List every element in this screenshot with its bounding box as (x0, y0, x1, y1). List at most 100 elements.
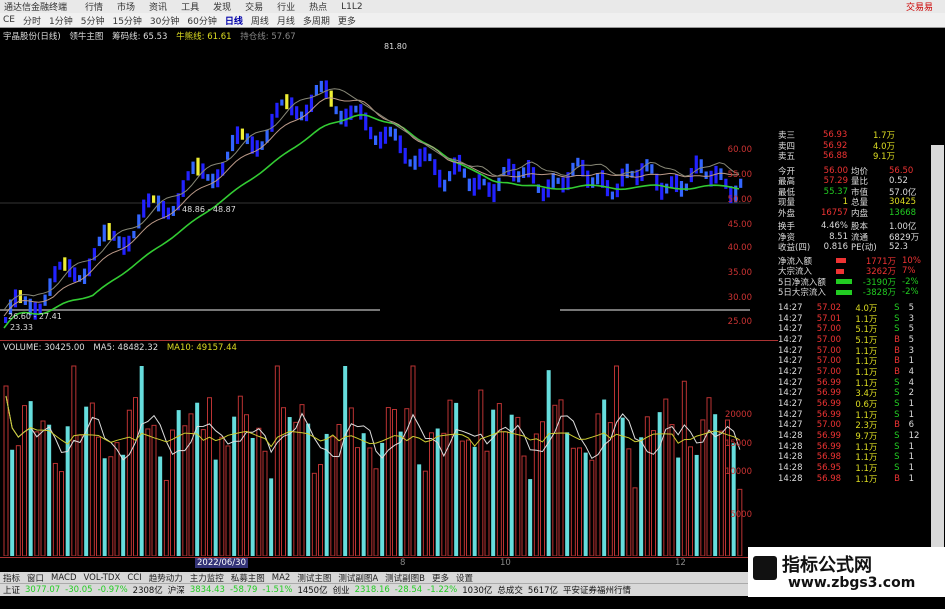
tick-cell: 2 (908, 388, 915, 399)
tick-cell: 56.99 (816, 441, 842, 452)
price-chart[interactable] (0, 42, 750, 332)
volume-bar (491, 409, 496, 556)
tab-cci[interactable]: CCI (127, 573, 141, 583)
candle (186, 171, 190, 181)
tab-vol-tdx[interactable]: VOL-TDX (84, 573, 121, 583)
trade-link[interactable]: 交易易 (906, 0, 933, 13)
volume-bar (521, 455, 527, 556)
volume-bar (602, 399, 607, 556)
menu-industry[interactable]: 行业 (277, 0, 295, 13)
tick-cell: 14:27 (778, 366, 803, 377)
period-5min[interactable]: 5分钟 (81, 14, 105, 27)
tab-indicator[interactable]: 指标 (3, 572, 20, 584)
period-30min[interactable]: 30分钟 (150, 14, 179, 27)
period-15min[interactable]: 15分钟 (112, 14, 141, 27)
candle (428, 153, 432, 162)
tick-cell: 57.02 (816, 302, 842, 313)
volume-bar (59, 471, 64, 556)
volume-bar (355, 447, 360, 556)
candle (640, 163, 644, 182)
menu-discover[interactable]: 发现 (213, 0, 231, 13)
right-toolbar[interactable] (931, 145, 944, 575)
volume-bar (528, 479, 533, 556)
tab-trend[interactable]: 趋势动力 (149, 572, 183, 584)
menu-l1l2[interactable]: L1L2 (341, 2, 362, 12)
tick-cell: B (894, 356, 900, 367)
menu-hot[interactable]: 热点 (309, 0, 327, 13)
candle (393, 128, 397, 141)
volume-bar (244, 414, 249, 556)
high-mark: 81.80 (384, 42, 407, 51)
tab-test-sub-a[interactable]: 测试副图A (338, 572, 378, 584)
volume-bar (200, 429, 206, 556)
menu-news[interactable]: 资讯 (149, 0, 167, 13)
menu-market[interactable]: 市场 (117, 0, 135, 13)
candle (354, 105, 358, 113)
period-fenshi[interactable]: 分时 (23, 14, 41, 27)
tick-cell: 1.1万 (855, 474, 878, 485)
candle (4, 317, 8, 323)
tick-cell: 57.00 (816, 356, 842, 367)
tab-test-sub-b[interactable]: 测试副图B (385, 572, 425, 584)
volume-bar (10, 449, 15, 556)
tab-test-main[interactable]: 测试主图 (297, 572, 331, 584)
tab-main-monitor[interactable]: 主力监控 (190, 572, 224, 584)
tab-private-main[interactable]: 私募主图 (231, 572, 265, 584)
tick-cell: S (894, 302, 900, 313)
period-1min[interactable]: 1分钟 (49, 14, 73, 27)
tick-cell: 56.99 (816, 409, 842, 420)
candle (152, 195, 156, 203)
candle (230, 134, 235, 152)
volume-bar (207, 397, 212, 556)
candle (531, 167, 536, 184)
tick-cell: 14:28 (778, 452, 803, 463)
candle (462, 168, 466, 178)
menu-tools[interactable]: 工具 (181, 0, 199, 13)
volume-bar (509, 414, 514, 556)
quote-panel: 卖三 56.93 1.7万 卖四 56.92 4.0万 卖五 56.88 9.1万 今开 56… (778, 130, 928, 570)
volume-bar (293, 421, 299, 556)
period-multi[interactable]: 多周期 (303, 14, 330, 27)
tick-cell: B (894, 334, 900, 345)
menu-trade[interactable]: 交易 (245, 0, 263, 13)
volume-bar (681, 380, 687, 556)
indicator-name: 领牛主图 (69, 32, 104, 42)
period-60min[interactable]: 60分钟 (187, 14, 216, 27)
volume-bar (299, 404, 305, 556)
volume-chart[interactable] (0, 350, 750, 556)
index-sh-name[interactable]: 上证 (3, 584, 20, 596)
ma-gray-line (3, 88, 740, 311)
candle (709, 170, 713, 187)
tab-more[interactable]: 更多 (432, 572, 449, 584)
volume-bar (71, 365, 77, 556)
volume-bars (3, 365, 743, 556)
index-cy-name[interactable]: 创业 (333, 584, 350, 596)
period-more[interactable]: 更多 (338, 14, 356, 27)
volume-bar (373, 468, 379, 556)
tab-macd[interactable]: MACD (51, 573, 76, 583)
menu-quotes[interactable]: 行情 (85, 0, 103, 13)
volume-bar (102, 458, 107, 556)
candle (413, 155, 417, 170)
candle (374, 135, 378, 145)
period-daily[interactable]: 日线 (225, 14, 243, 27)
candle (581, 159, 585, 177)
candle (383, 126, 388, 144)
candle (724, 178, 728, 189)
period-monthly[interactable]: 月线 (277, 14, 295, 27)
watermark-url: www.zbgs3.com (788, 575, 916, 591)
tab-window[interactable]: 窗口 (27, 572, 44, 584)
tick-cell: S (894, 313, 900, 324)
chip-line-value: 筹码线: 65.53 (112, 32, 168, 42)
tab-settings[interactable]: 设置 (456, 572, 473, 584)
index-hs-name[interactable]: 沪深 (168, 584, 185, 596)
price-tick: 60.00 (727, 145, 752, 155)
tick-cell: 14:28 (778, 431, 803, 442)
index-sh-amount: 2308亿 (132, 586, 163, 596)
tick-cell: 57.00 (816, 334, 842, 345)
period-weekly[interactable]: 周线 (251, 14, 269, 27)
candle (97, 236, 101, 247)
tick-cell: 57.01 (816, 313, 842, 324)
tab-ma2[interactable]: MA2 (272, 573, 291, 583)
candle (295, 106, 299, 120)
